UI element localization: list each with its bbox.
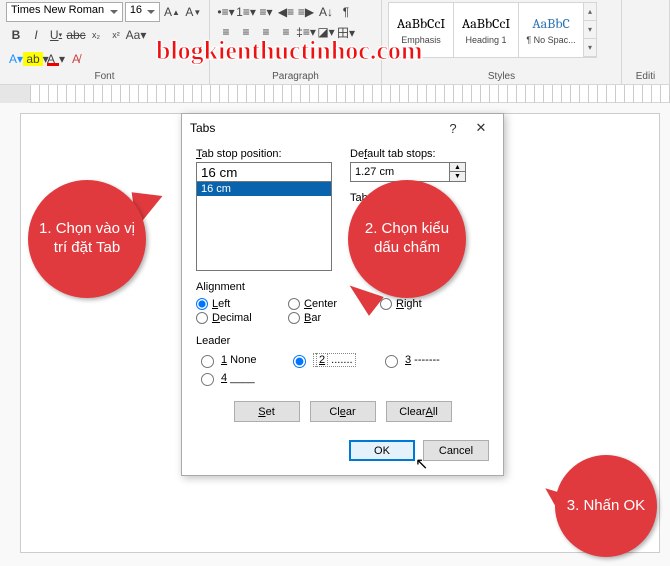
subscript-button[interactable]: x₂ bbox=[86, 25, 106, 45]
paragraph-group-label: Paragraph bbox=[216, 71, 375, 84]
default-tab-stops-spinner[interactable]: ▲▼ bbox=[350, 162, 470, 182]
multilevel-button[interactable]: ≡▾ bbox=[256, 2, 276, 22]
bullets-button[interactable]: •≡▾ bbox=[216, 2, 236, 22]
italic-button[interactable]: I bbox=[26, 25, 46, 45]
font-size-combo[interactable]: 16 bbox=[125, 2, 160, 22]
spin-up-button[interactable]: ▲ bbox=[450, 163, 465, 172]
highlight-button[interactable]: ab▾ bbox=[26, 49, 46, 69]
dialog-titlebar[interactable]: Tabs ? ✕ bbox=[182, 114, 503, 142]
leader-3-dashes-radio[interactable]: 3 ------- bbox=[380, 352, 472, 368]
leader-group: 1 None 2 ....... 3 ------- 4 ____ bbox=[196, 351, 489, 387]
ok-button[interactable]: OK bbox=[349, 440, 415, 461]
font-name-combo[interactable]: Times New Roman bbox=[6, 2, 123, 22]
shrink-font-button[interactable]: A▼ bbox=[184, 2, 203, 22]
alignment-group: Left Center Right Decimal Bar bbox=[196, 297, 489, 325]
tab-stop-list-item[interactable]: 16 cm bbox=[197, 182, 331, 196]
default-tab-stops-input[interactable] bbox=[350, 162, 450, 182]
help-button[interactable]: ? bbox=[439, 121, 467, 136]
watermark: blogkienthuctinhoc.com bbox=[156, 36, 423, 66]
bold-button[interactable]: B bbox=[6, 25, 26, 45]
tab-stop-position-input[interactable] bbox=[196, 162, 332, 182]
font-group-label: Font bbox=[6, 71, 203, 84]
superscript-button[interactable]: x² bbox=[106, 25, 126, 45]
tab-stop-position-label: Tab stop position: bbox=[196, 148, 332, 160]
alignment-left-radio[interactable]: Left bbox=[196, 298, 288, 310]
callout-1: 1. Chọn vào vị trí đặt Tab bbox=[28, 180, 146, 298]
spin-down-button[interactable]: ▼ bbox=[450, 172, 465, 181]
leader-section-label: Leader bbox=[196, 335, 489, 347]
grow-font-button[interactable]: A▲ bbox=[162, 2, 181, 22]
set-button[interactable]: Set bbox=[234, 401, 300, 422]
change-case-button[interactable]: Aa▾ bbox=[126, 25, 146, 45]
clear-all-button[interactable]: Clear All bbox=[386, 401, 452, 422]
callout-3: 3. Nhấn OK bbox=[555, 455, 657, 557]
leader-2-dots-radio[interactable]: 2 ....... bbox=[288, 352, 380, 368]
numbering-button[interactable]: 1≡▾ bbox=[236, 2, 256, 22]
default-tab-stops-label: Default tab stops: bbox=[350, 148, 470, 160]
styles-gallery-scroll[interactable]: ▴▾▾ bbox=[583, 2, 597, 58]
decrease-indent-button[interactable]: ◀≡ bbox=[276, 2, 296, 22]
font-color-button[interactable]: A▾ bbox=[46, 49, 66, 69]
styles-group-label: Styles bbox=[388, 71, 615, 84]
dialog-title: Tabs bbox=[190, 121, 439, 135]
tab-stop-listbox[interactable]: 16 cm bbox=[196, 181, 332, 271]
strikethrough-button[interactable]: abc bbox=[66, 25, 86, 45]
ruler[interactable] bbox=[0, 85, 670, 103]
alignment-decimal-radio[interactable]: Decimal bbox=[196, 312, 288, 324]
cancel-button[interactable]: Cancel bbox=[423, 440, 489, 461]
style-heading-1[interactable]: AaBbCcI Heading 1 bbox=[453, 2, 519, 58]
alignment-right-radio[interactable]: Right bbox=[380, 298, 472, 310]
leader-4-underline-radio[interactable]: 4 ____ bbox=[196, 370, 288, 386]
callout-2: 2. Chọn kiểu dấu chấm bbox=[348, 180, 466, 298]
leader-1-none-radio[interactable]: 1 None bbox=[196, 352, 288, 368]
clear-formatting-button[interactable]: A̸ bbox=[66, 49, 86, 69]
sort-button[interactable]: A↓ bbox=[316, 2, 336, 22]
increase-indent-button[interactable]: ≡▶ bbox=[296, 2, 316, 22]
clear-button[interactable]: Clear bbox=[310, 401, 376, 422]
style-no-spacing[interactable]: AaBbC ¶ No Spac... bbox=[518, 2, 584, 58]
underline-button[interactable]: U▾ bbox=[46, 25, 66, 45]
editing-group: Editi bbox=[622, 0, 670, 84]
show-hide-button[interactable]: ¶ bbox=[336, 2, 356, 22]
editing-group-label: Editi bbox=[628, 71, 663, 84]
close-button[interactable]: ✕ bbox=[467, 120, 495, 136]
